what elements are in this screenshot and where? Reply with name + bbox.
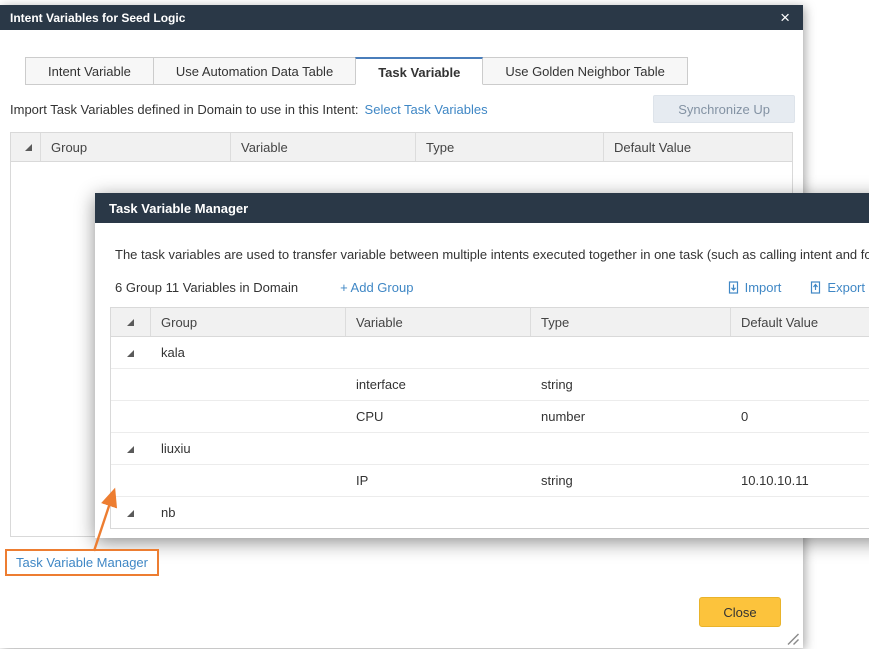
domain-task-variables-table: Group Variable Type Default Value kala i… xyxy=(110,307,869,529)
variable-name: IP xyxy=(346,473,531,488)
import-export-links: Import Export xyxy=(727,280,865,295)
import-link[interactable]: Import xyxy=(727,280,782,295)
variable-row-cpu[interactable]: CPU number 0 xyxy=(111,401,869,433)
select-task-variables-link[interactable]: Select Task Variables xyxy=(365,102,488,117)
variable-type: string xyxy=(531,473,731,488)
variable-row-interface[interactable]: interface string xyxy=(111,369,869,401)
task-variable-manager-dialog: Task Variable Manager The task variables… xyxy=(95,193,869,538)
import-icon xyxy=(727,281,740,294)
main-dialog-titlebar: Intent Variables for Seed Logic × xyxy=(0,5,803,30)
resize-handle-icon[interactable] xyxy=(786,632,800,646)
expand-cell xyxy=(111,345,151,360)
variable-name: interface xyxy=(346,377,531,392)
group-row-kala[interactable]: kala xyxy=(111,337,869,369)
column-header-default-value: Default Value xyxy=(604,133,792,161)
table-header-row: Group Variable Type Default Value xyxy=(11,133,792,162)
table-header-row: Group Variable Type Default Value xyxy=(111,308,869,337)
expand-all-header-cell xyxy=(111,308,151,336)
manager-toolbar: 6 Group 11 Variables in Domain + Add Gro… xyxy=(115,280,865,295)
manager-dialog-title: Task Variable Manager xyxy=(109,201,248,216)
collapse-group-icon[interactable] xyxy=(127,446,134,453)
column-header-type: Type xyxy=(416,133,604,161)
group-row-liuxiu[interactable]: liuxiu xyxy=(111,433,869,465)
tab-use-golden-neighbor-table[interactable]: Use Golden Neighbor Table xyxy=(482,57,687,85)
column-header-group: Group xyxy=(41,133,231,161)
collapse-group-icon[interactable] xyxy=(127,350,134,357)
annotation-label: Task Variable Manager xyxy=(5,549,159,576)
expand-cell xyxy=(111,441,151,456)
import-hint-text: Import Task Variables defined in Domain … xyxy=(10,102,359,117)
expand-all-icon[interactable] xyxy=(25,144,32,151)
close-button[interactable]: Close xyxy=(699,597,781,627)
column-header-group: Group xyxy=(151,308,346,336)
annotation-label-text: Task Variable Manager xyxy=(16,555,148,570)
export-link-label: Export xyxy=(827,280,865,295)
group-row-nb[interactable]: nb xyxy=(111,497,869,528)
tab-bar: Intent Variable Use Automation Data Tabl… xyxy=(25,57,803,85)
group-name: nb xyxy=(151,505,346,520)
expand-all-header-cell xyxy=(11,133,41,161)
group-name: kala xyxy=(151,345,346,360)
tab-use-automation-data-table[interactable]: Use Automation Data Table xyxy=(153,57,356,85)
export-link[interactable]: Export xyxy=(809,280,865,295)
synchronize-up-button[interactable]: Synchronize Up xyxy=(653,95,795,123)
column-header-variable: Variable xyxy=(231,133,416,161)
column-header-default-value: Default Value xyxy=(731,308,869,336)
variable-name: CPU xyxy=(346,409,531,424)
variable-type: string xyxy=(531,377,731,392)
variable-default: 10.10.10.11 xyxy=(731,473,869,488)
expand-all-icon[interactable] xyxy=(127,319,134,326)
tab-intent-variable[interactable]: Intent Variable xyxy=(25,57,154,85)
close-icon[interactable]: × xyxy=(777,9,793,26)
tab-task-variable[interactable]: Task Variable xyxy=(355,57,483,85)
export-icon xyxy=(809,281,822,294)
column-header-type: Type xyxy=(531,308,731,336)
annotation-arrow xyxy=(85,483,129,557)
import-hint-row: Import Task Variables defined in Domain … xyxy=(10,95,795,123)
manager-dialog-titlebar: Task Variable Manager xyxy=(95,193,869,223)
variable-row-ip[interactable]: IP string 10.10.10.11 xyxy=(111,465,869,497)
variable-default: 0 xyxy=(731,409,869,424)
manager-description: The task variables are used to transfer … xyxy=(115,247,869,262)
add-group-link[interactable]: + Add Group xyxy=(340,280,413,295)
variables-summary: 6 Group 11 Variables in Domain xyxy=(115,280,298,295)
variable-type: number xyxy=(531,409,731,424)
group-name: liuxiu xyxy=(151,441,346,456)
import-link-label: Import xyxy=(745,280,782,295)
column-header-variable: Variable xyxy=(346,308,531,336)
main-dialog-title: Intent Variables for Seed Logic xyxy=(10,11,185,25)
